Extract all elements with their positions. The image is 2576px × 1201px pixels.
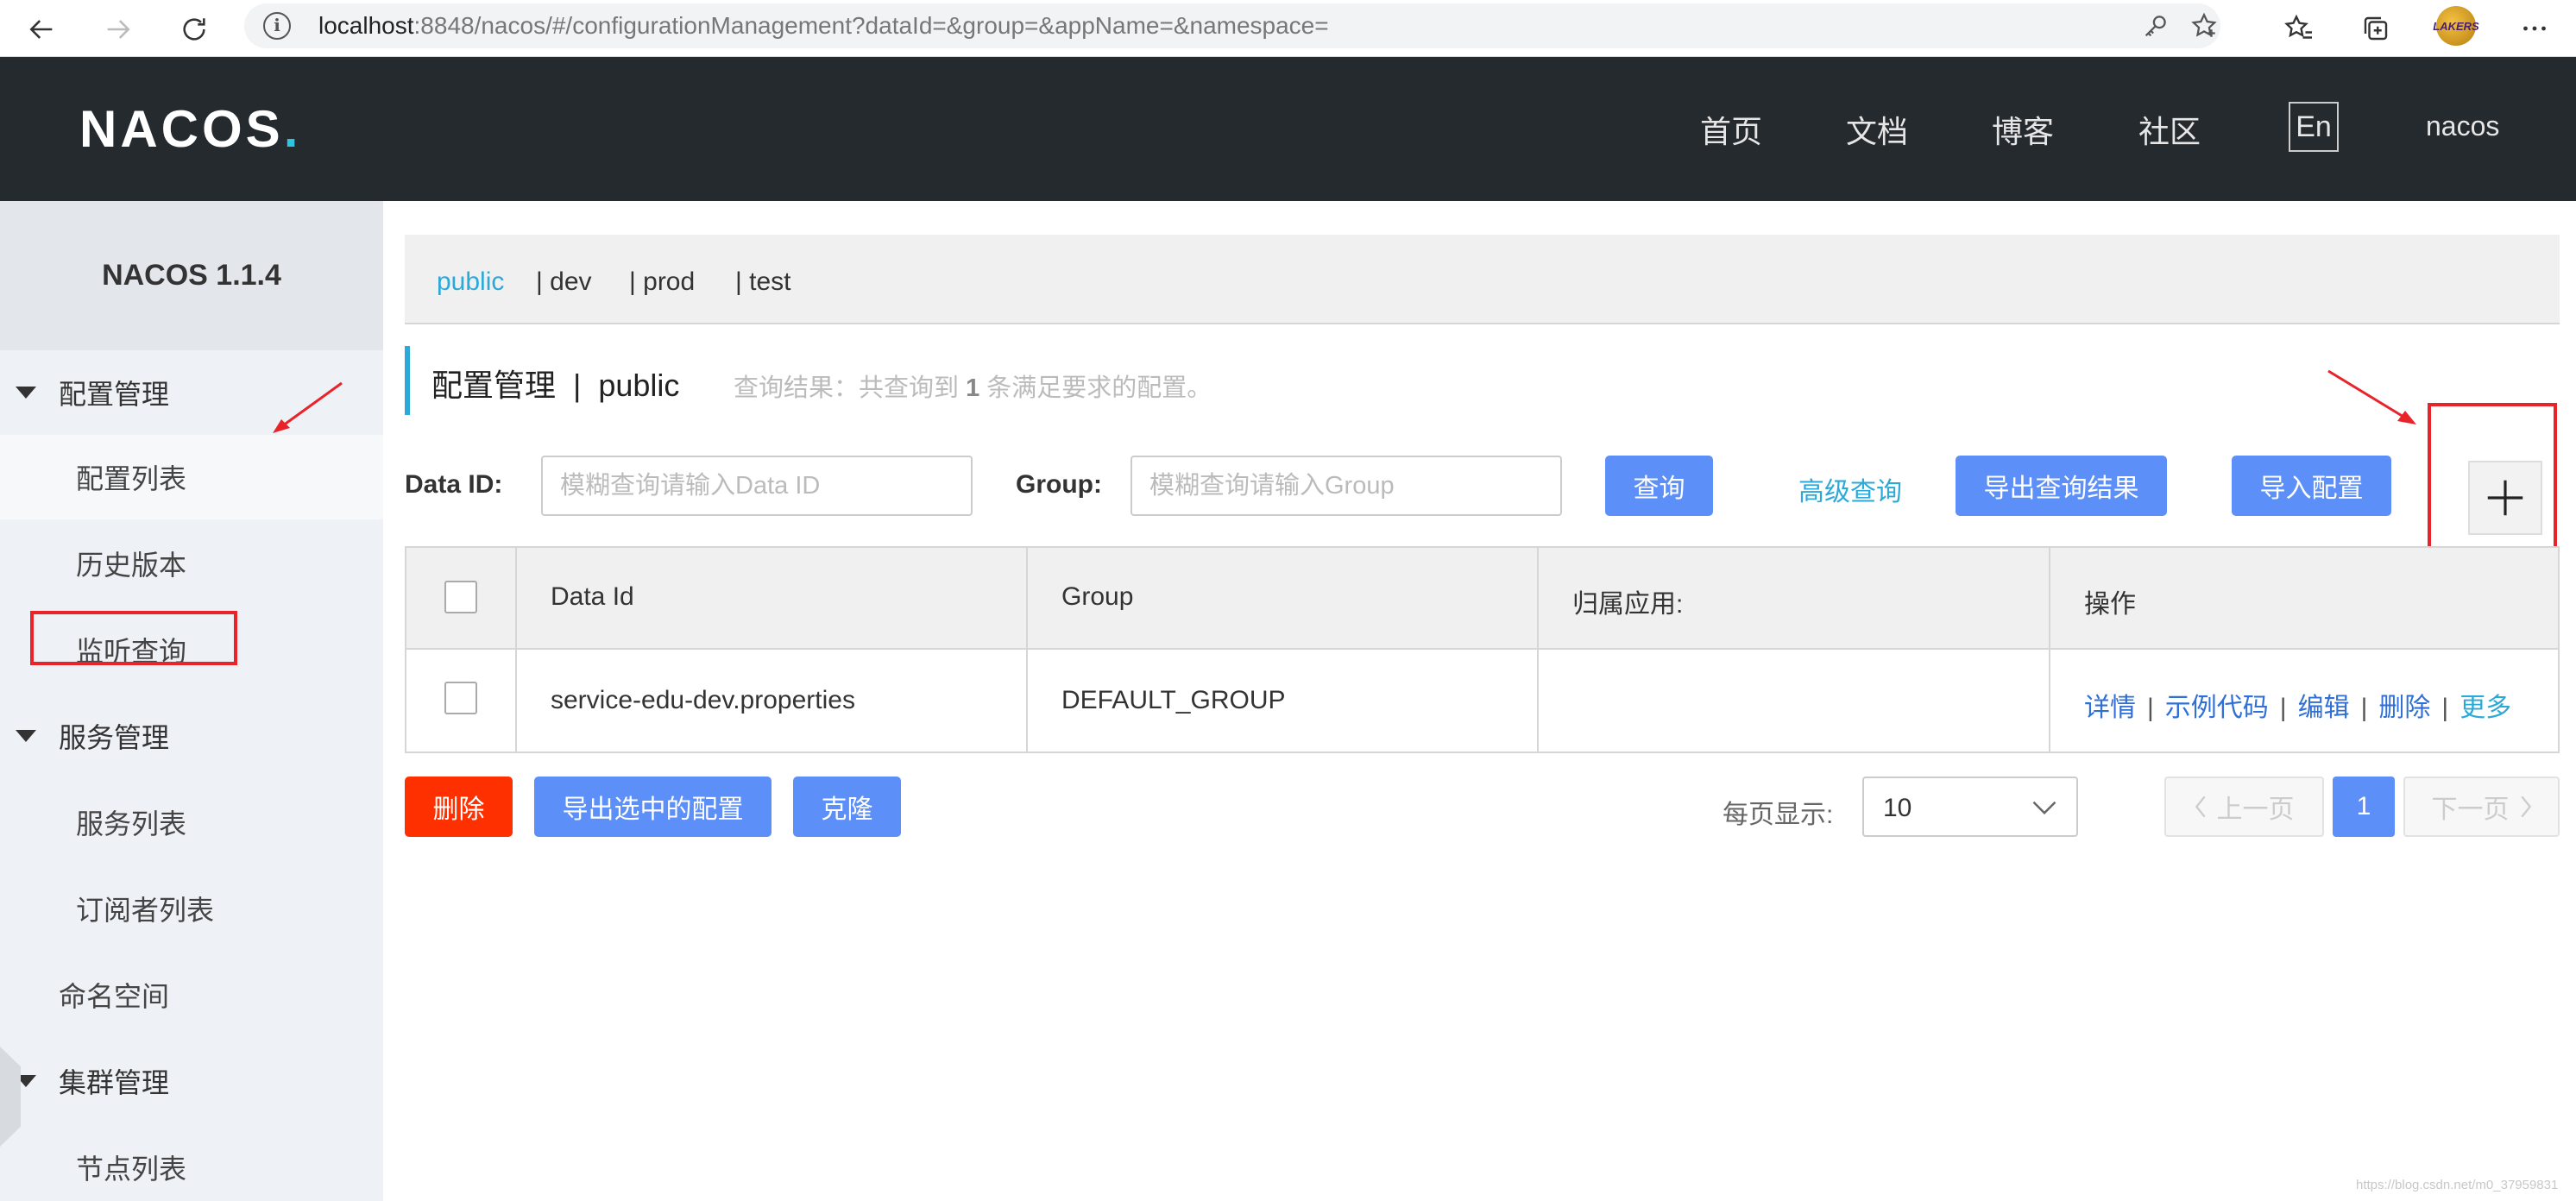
- export-selected-button[interactable]: 导出选中的配置: [534, 777, 772, 837]
- annotation-arrow-icon: [2327, 369, 2416, 424]
- back-icon[interactable]: [20, 7, 65, 52]
- avatar[interactable]: LAKERS: [2433, 6, 2479, 46]
- row-checkbox[interactable]: [444, 682, 477, 714]
- namespace-bar: public | dev | prod | test: [405, 235, 2560, 324]
- forward-icon[interactable]: [95, 7, 140, 52]
- nav-community[interactable]: 社区: [2138, 107, 2201, 152]
- namespace-public[interactable]: public: [437, 267, 504, 297]
- namespace-dev[interactable]: | dev: [536, 267, 592, 297]
- cell-data-id: service-edu-dev.properties: [551, 686, 855, 714]
- group-input[interactable]: [1131, 456, 1562, 516]
- chevron-down-icon: [2032, 801, 2056, 815]
- nav-docs[interactable]: 文档: [1846, 107, 1908, 152]
- select-all-checkbox[interactable]: [444, 581, 477, 613]
- address-bar[interactable]: i localhost:8848/nacos/#/configurationMa…: [244, 3, 2220, 48]
- page-size-label: 每页显示:: [1723, 801, 1834, 829]
- column-header: 归属应用:: [1572, 590, 1684, 619]
- chevron-right-icon: [2520, 795, 2531, 818]
- sidebar-item-history[interactable]: 历史版本: [0, 521, 383, 606]
- cell-group: DEFAULT_GROUP: [1061, 686, 1286, 714]
- sidebar-item-nodes[interactable]: 节点列表: [0, 1125, 383, 1201]
- sidebar-item-service-list[interactable]: 服务列表: [0, 780, 383, 865]
- annotation-highlight-box: [30, 611, 237, 665]
- column-header: Group: [1061, 582, 1134, 611]
- refresh-icon[interactable]: [172, 7, 217, 52]
- caret-down-icon: [16, 730, 36, 742]
- collections-icon[interactable]: [2355, 8, 2396, 49]
- result-summary: 查询结果：共查询到 1 条满足要求的配置。: [734, 374, 1212, 402]
- page-number-current[interactable]: 1: [2333, 777, 2395, 837]
- sidebar-group-cluster[interactable]: 集群管理: [0, 1039, 383, 1123]
- cell-operations: 详情 | 示例代码 | 编辑 | 删除 | 更多: [2084, 694, 2512, 722]
- export-results-button[interactable]: 导出查询结果: [1956, 456, 2167, 516]
- op-edit-link[interactable]: 编辑: [2298, 694, 2350, 722]
- op-sample-code-link[interactable]: 示例代码: [2165, 694, 2269, 722]
- clone-button[interactable]: 克隆: [793, 777, 901, 837]
- next-page-button[interactable]: 下一页: [2403, 777, 2560, 837]
- page-size-select[interactable]: 10: [1862, 777, 2078, 837]
- url-text[interactable]: localhost:8848/nacos/#/configurationMana…: [318, 12, 1329, 40]
- data-id-label: Data ID:: [405, 470, 503, 499]
- delete-button[interactable]: 删除: [405, 777, 513, 837]
- browser-toolbar: i localhost:8848/nacos/#/configurationMa…: [0, 0, 2576, 57]
- table-header: [406, 548, 2558, 650]
- config-table: Data Id Group 归属应用: 操作 service-edu-dev.p…: [405, 546, 2560, 753]
- import-config-button[interactable]: 导入配置: [2232, 456, 2391, 516]
- add-favorite-icon[interactable]: [2189, 11, 2219, 41]
- group-label: Group:: [1016, 470, 1102, 499]
- key-icon[interactable]: [2141, 11, 2170, 41]
- more-icon[interactable]: [2514, 8, 2555, 49]
- sidebar: NACOS 1.1.4 配置管理 配置列表 历史版本 监听查询 服务管理 服务列…: [0, 201, 383, 1201]
- sidebar-item-namespace[interactable]: 命名空间: [0, 953, 383, 1037]
- sidebar-group-service[interactable]: 服务管理: [0, 694, 383, 778]
- column-header: 操作: [2084, 590, 2136, 619]
- watermark: https://blog.csdn.net/m0_37959831: [2356, 1178, 2559, 1192]
- sidebar-title: NACOS 1.1.4: [0, 201, 383, 350]
- user-menu[interactable]: nacos: [2426, 110, 2499, 142]
- namespace-test[interactable]: | test: [735, 267, 790, 297]
- language-switch[interactable]: En: [2289, 102, 2339, 152]
- prev-page-button[interactable]: 上一页: [2164, 777, 2324, 837]
- top-header: NACOS. 首页 文档 博客 社区 En nacos: [0, 57, 2576, 201]
- op-delete-link[interactable]: 删除: [2378, 694, 2430, 722]
- annotation-arrow-icon: [273, 381, 343, 433]
- sidebar-item-config-list[interactable]: 配置列表: [0, 435, 383, 519]
- nav-blog[interactable]: 博客: [1992, 107, 2054, 152]
- op-detail-link[interactable]: 详情: [2084, 694, 2136, 722]
- page-title: 配置管理 | public: [431, 368, 680, 403]
- favorites-icon[interactable]: [2278, 8, 2320, 49]
- nav-home[interactable]: 首页: [1700, 107, 1762, 152]
- caret-down-icon: [16, 387, 36, 399]
- title-accent-bar: [405, 346, 410, 415]
- column-header: Data Id: [551, 582, 634, 611]
- query-button[interactable]: 查询: [1605, 456, 1713, 516]
- namespace-prod[interactable]: | prod: [629, 267, 695, 297]
- annotation-highlight-box: [2428, 403, 2557, 553]
- chevron-left-icon: [2195, 795, 2206, 818]
- advanced-query-link[interactable]: 高级查询: [1798, 470, 1902, 508]
- info-icon[interactable]: i: [263, 12, 291, 40]
- data-id-input[interactable]: [541, 456, 973, 516]
- op-more-link[interactable]: 更多: [2459, 694, 2511, 722]
- sidebar-item-subscribers[interactable]: 订阅者列表: [0, 866, 383, 951]
- nacos-logo[interactable]: NACOS.: [79, 99, 301, 159]
